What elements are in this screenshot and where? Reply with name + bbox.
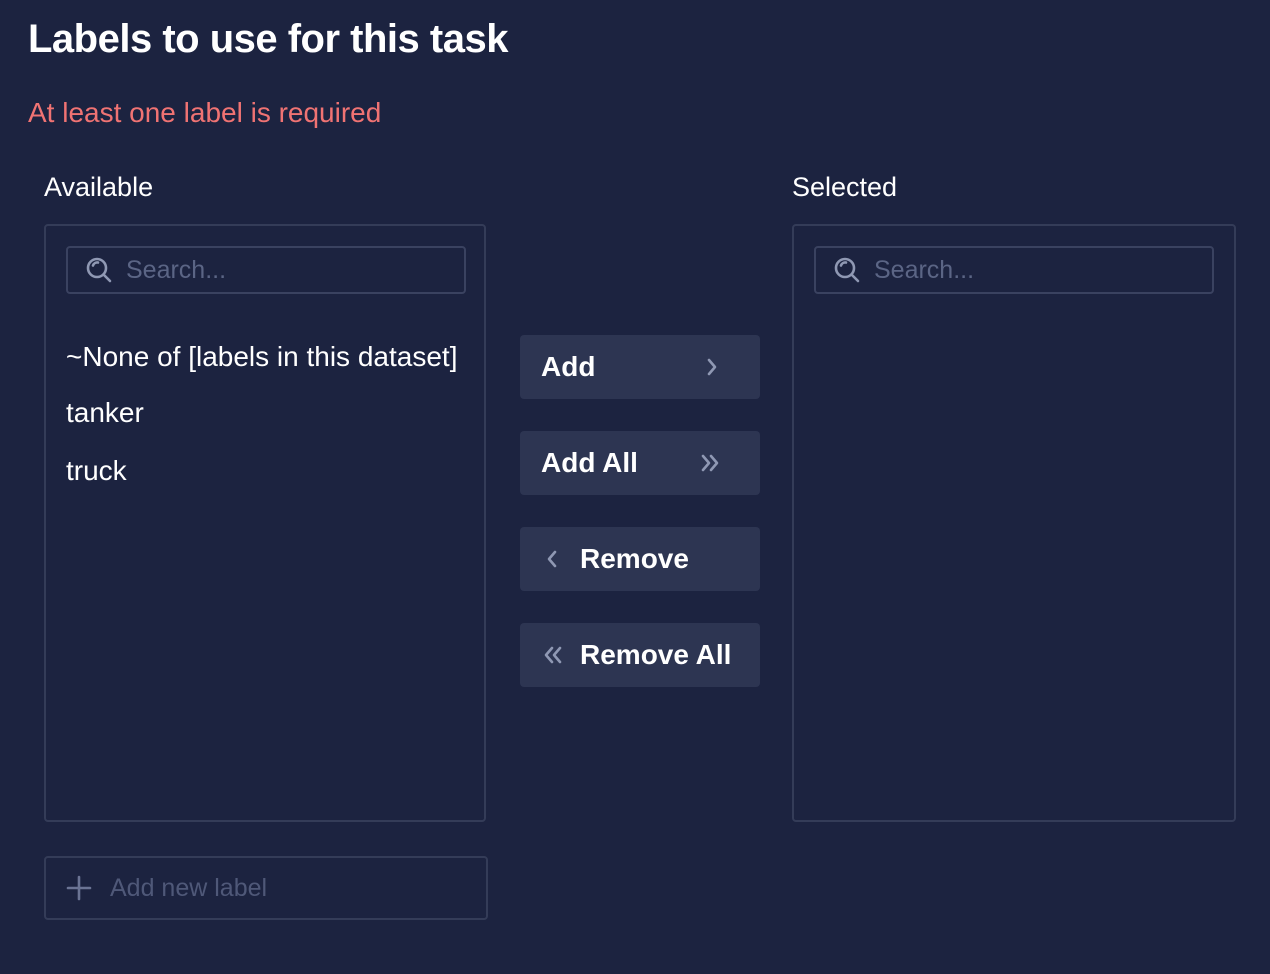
available-search-input[interactable] xyxy=(126,255,426,285)
chevron-left-icon xyxy=(544,547,560,571)
add-all-button[interactable]: Add All xyxy=(520,431,760,495)
search-icon xyxy=(832,255,862,285)
selected-panel xyxy=(792,224,1236,822)
available-search-box xyxy=(66,246,466,294)
available-heading: Available xyxy=(44,172,154,202)
double-chevron-left-icon xyxy=(541,643,567,667)
search-icon xyxy=(84,255,114,285)
selected-search-input[interactable] xyxy=(874,255,1174,285)
plus-icon[interactable] xyxy=(66,875,92,901)
list-item[interactable]: ~None of [labels in this dataset] xyxy=(66,336,466,378)
error-message: At least one label is required xyxy=(28,97,382,128)
add-all-button-label: Add All xyxy=(541,447,638,478)
selected-heading: Selected xyxy=(792,172,898,202)
selected-search-box xyxy=(814,246,1214,294)
add-new-label-field xyxy=(44,856,488,920)
add-new-label-input[interactable] xyxy=(110,873,450,903)
double-chevron-right-icon xyxy=(698,451,724,475)
page-title: Labels to use for this task xyxy=(28,17,508,61)
list-item[interactable]: tanker xyxy=(66,392,466,434)
remove-button-label: Remove xyxy=(580,543,689,574)
list-item[interactable]: truck xyxy=(66,450,466,492)
remove-all-button[interactable]: Remove All xyxy=(520,623,760,687)
available-list: ~None of [labels in this dataset] tanker… xyxy=(66,336,466,508)
remove-all-button-label: Remove All xyxy=(580,639,732,670)
remove-button[interactable]: Remove xyxy=(520,527,760,591)
add-button[interactable]: Add xyxy=(520,335,760,399)
available-panel: ~None of [labels in this dataset] tanker… xyxy=(44,224,486,822)
chevron-right-icon xyxy=(704,355,720,379)
add-button-label: Add xyxy=(541,351,596,382)
